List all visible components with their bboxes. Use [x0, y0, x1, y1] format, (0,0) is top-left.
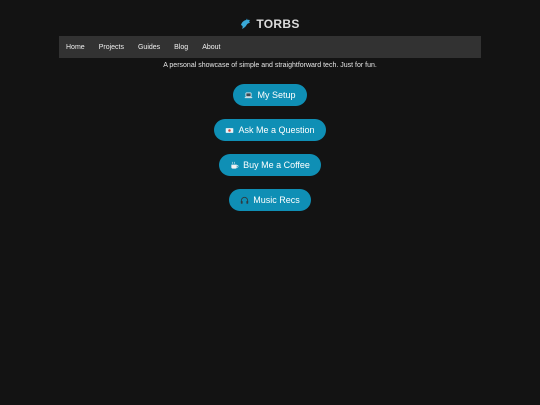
nav-item-home[interactable]: Home — [66, 44, 85, 51]
my-setup-button[interactable]: My Setup — [233, 84, 307, 106]
headphones-icon — [241, 196, 249, 204]
laptop-icon — [245, 92, 253, 98]
my-setup-label: My Setup — [257, 90, 296, 100]
coffee-icon — [231, 161, 239, 169]
dolphin-icon — [241, 18, 251, 29]
nav-item-blog[interactable]: Blog — [174, 44, 188, 51]
main-navbar: Home Projects Guides Blog About — [59, 36, 481, 58]
ask-question-label: Ask Me a Question — [238, 125, 315, 135]
ticket-icon — [226, 127, 234, 133]
tagline: A personal showcase of simple and straig… — [163, 62, 377, 69]
page: TORBS Home Projects Guides Blog About A … — [0, 0, 540, 405]
music-recs-label: Music Recs — [253, 195, 300, 205]
site-title: TORBS — [256, 17, 300, 31]
site-header: TORBS — [0, 17, 540, 35]
brand[interactable]: TORBS — [240, 17, 299, 31]
nav-item-about[interactable]: About — [202, 44, 220, 51]
buy-coffee-label: Buy Me a Coffee — [243, 160, 310, 170]
nav-item-projects[interactable]: Projects — [99, 44, 124, 51]
music-recs-button[interactable]: Music Recs — [229, 189, 311, 211]
link-list: My Setup Ask Me a Question Buy Me a Coff… — [0, 84, 540, 211]
ask-question-button[interactable]: Ask Me a Question — [214, 119, 326, 141]
nav-item-guides[interactable]: Guides — [138, 44, 160, 51]
buy-coffee-button[interactable]: Buy Me a Coffee — [219, 154, 321, 176]
